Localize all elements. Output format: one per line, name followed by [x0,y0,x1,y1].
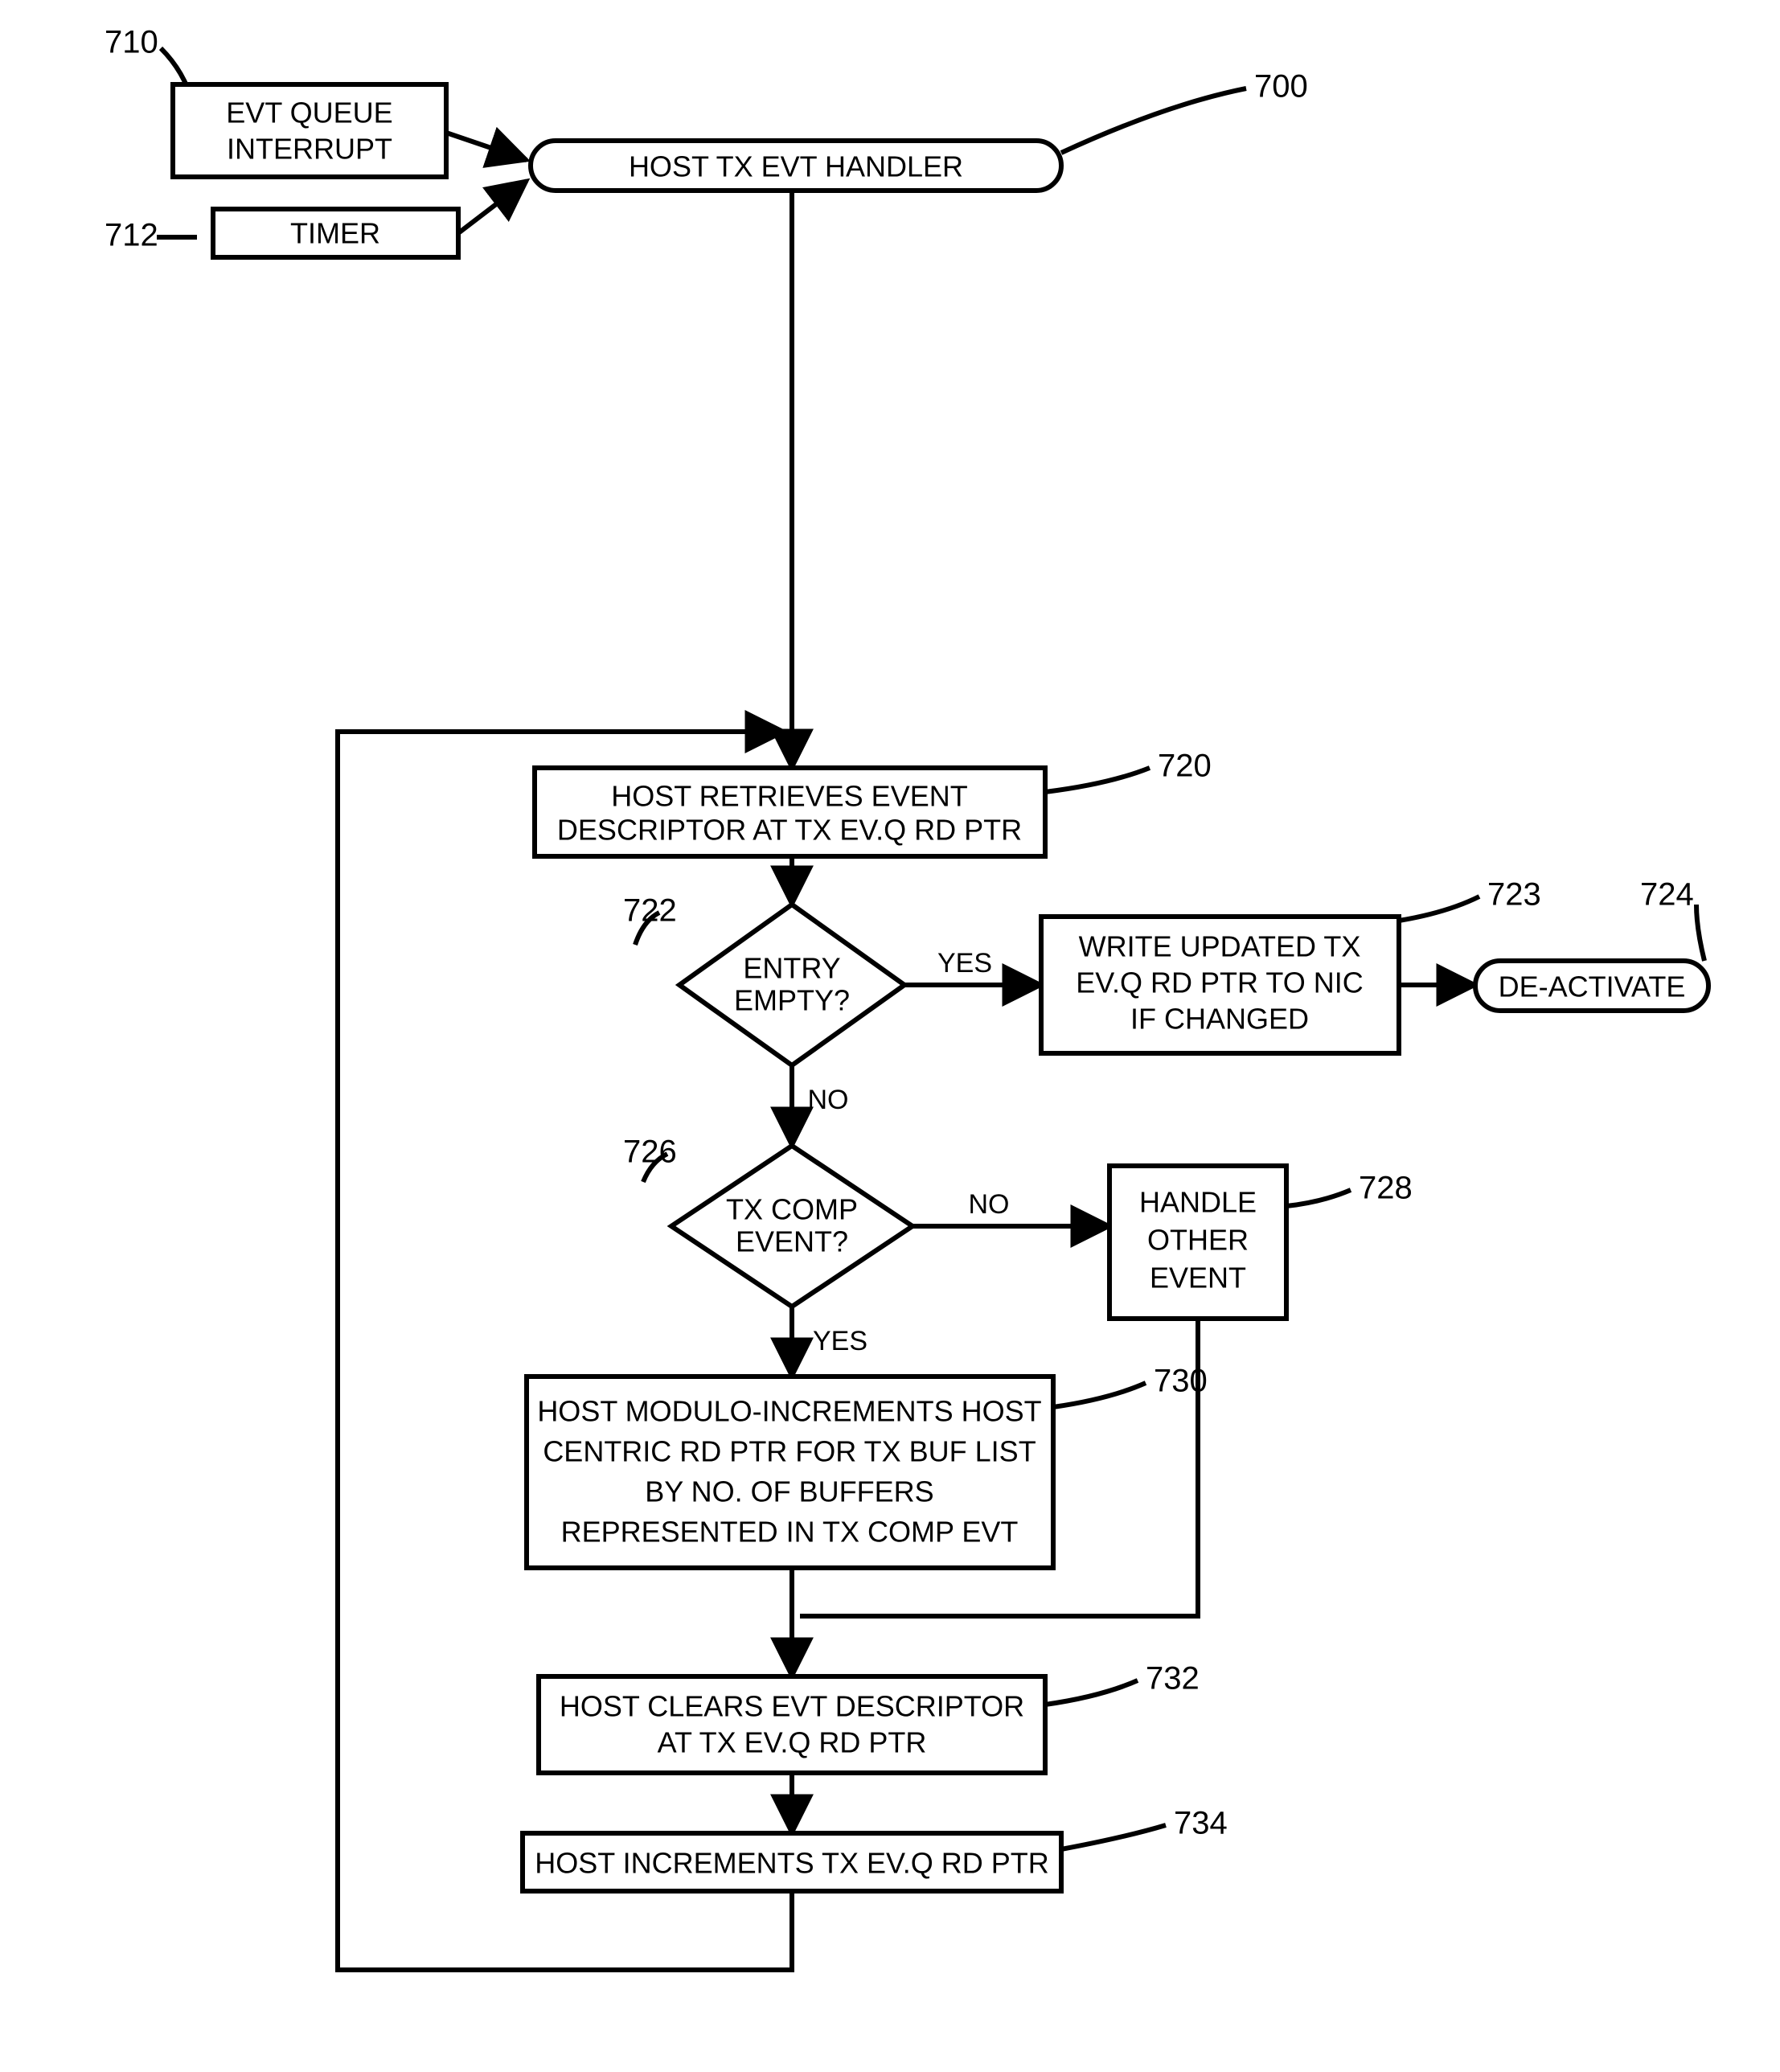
write-updated-line1: WRITE UPDATED TX [1079,930,1361,963]
ref-723: 723 [1487,877,1541,913]
tx-comp-line2: EVENT? [736,1225,848,1258]
evt-queue-interrupt-line2: INTERRUPT [227,133,392,166]
evt-queue-interrupt-line1: EVT QUEUE [226,96,392,129]
node-write-updated: WRITE UPDATED TX EV.Q RD PTR TO NIC IF C… [1041,917,1399,1053]
ref-722: 722 [623,893,677,929]
node-deactivate: DE-ACTIVATE [1475,961,1708,1011]
label-entry-empty-yes: YES [937,948,992,979]
ref-724: 724 [1640,877,1694,913]
node-retrieve-descriptor: HOST RETRIEVES EVENT DESCRIPTOR AT TX EV… [535,768,1045,856]
node-evt-queue-interrupt: EVT QUEUE INTERRUPT [173,84,446,177]
entry-empty-line1: ENTRY [743,952,840,985]
clears-line2: AT TX EV.Q RD PTR [658,1726,927,1759]
clears-line1: HOST CLEARS EVT DESCRIPTOR [560,1690,1024,1723]
host-tx-evt-handler-line1: HOST TX EVT HANDLER [629,150,963,183]
retrieve-descriptor-line1: HOST RETRIEVES EVENT [611,780,967,813]
node-host-tx-evt-handler: HOST TX EVT HANDLER [531,141,1061,191]
ref-710: 710 [105,25,158,60]
ref-732: 732 [1146,1661,1200,1697]
tx-comp-line1: TX COMP [726,1193,858,1226]
modulo-line1: HOST MODULO-INCREMENTS HOST [537,1395,1041,1428]
entry-empty-line2: EMPTY? [734,984,850,1017]
increments-line1: HOST INCREMENTS TX EV.Q RD PTR [535,1847,1048,1880]
node-tx-comp-event: TX COMP EVENT? [671,1146,913,1307]
ref-734: 734 [1174,1806,1228,1841]
node-increments-ptr: HOST INCREMENTS TX EV.Q RD PTR [523,1833,1061,1891]
deactivate-line1: DE-ACTIVATE [1499,970,1686,1003]
ref-712: 712 [105,218,158,253]
ref-700: 700 [1254,69,1308,105]
node-clears-descriptor: HOST CLEARS EVT DESCRIPTOR AT TX EV.Q RD… [539,1676,1045,1773]
timer-line1: TIMER [290,217,380,250]
ref-730: 730 [1154,1364,1208,1399]
ref-726: 726 [623,1134,677,1170]
handle-other-line2: OTHER [1147,1224,1249,1257]
node-timer: TIMER [213,209,458,257]
label-tx-comp-yes: YES [813,1326,867,1356]
handle-other-line3: EVENT [1150,1262,1246,1294]
ref-720: 720 [1158,749,1212,784]
write-updated-line2: EV.Q RD PTR TO NIC [1076,966,1363,999]
handle-other-line1: HANDLE [1139,1186,1257,1219]
flowchart-canvas: EVT QUEUE INTERRUPT 710 TIMER 712 HOST T… [0,0,1780,2072]
node-modulo-increments: HOST MODULO-INCREMENTS HOST CENTRIC RD P… [527,1377,1053,1568]
modulo-line3: BY NO. OF BUFFERS [645,1475,933,1508]
label-entry-empty-no: NO [808,1085,849,1115]
modulo-line4: REPRESENTED IN TX COMP EVT [561,1516,1019,1549]
retrieve-descriptor-line2: DESCRIPTOR AT TX EV.Q RD PTR [557,814,1022,847]
modulo-line2: CENTRIC RD PTR FOR TX BUF LIST [543,1435,1036,1468]
ref-728: 728 [1359,1171,1413,1206]
label-tx-comp-no: NO [969,1189,1010,1220]
node-handle-other: HANDLE OTHER EVENT [1109,1166,1286,1319]
write-updated-line3: IF CHANGED [1130,1003,1309,1036]
node-entry-empty: ENTRY EMPTY? [679,905,904,1065]
